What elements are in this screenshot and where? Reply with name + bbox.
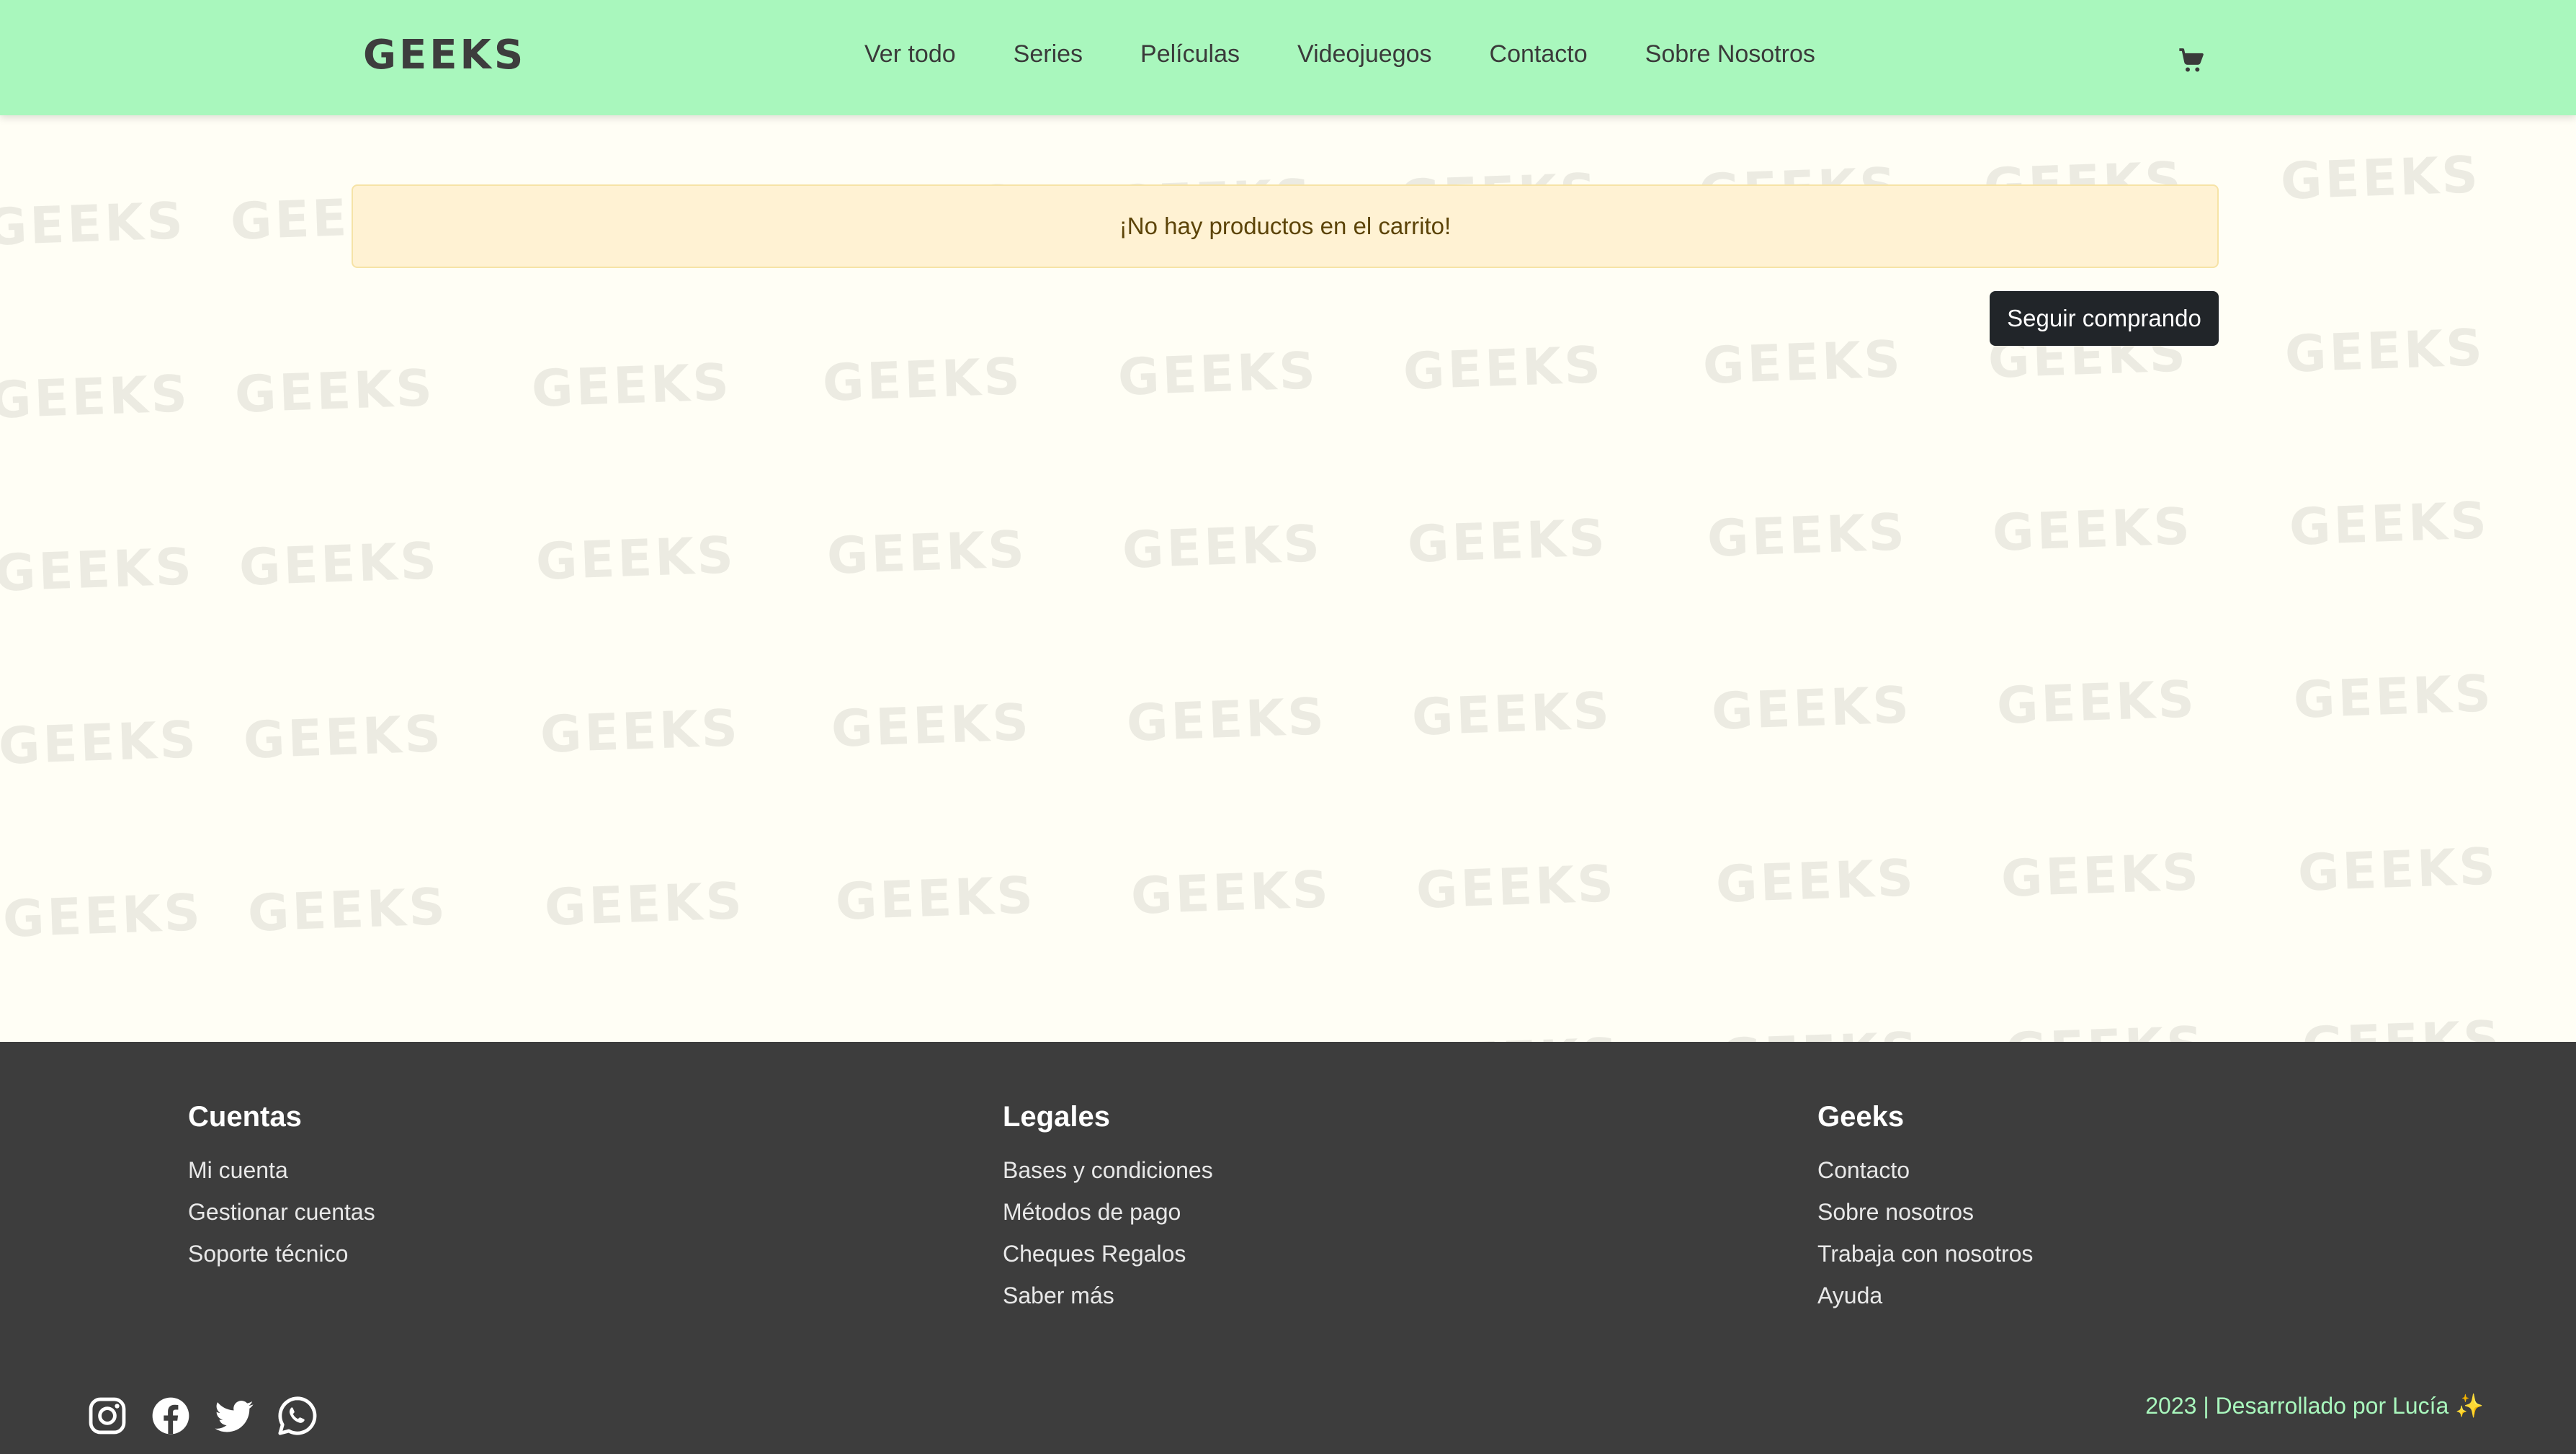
footer-link[interactable]: Cheques Regalos <box>1003 1233 1213 1275</box>
watermark-logo: GEEKS <box>233 358 437 424</box>
nav-item-peliculas[interactable]: Películas <box>1140 40 1240 68</box>
nav-item-series[interactable]: Series <box>1014 40 1083 68</box>
watermark-logo: GEEKS <box>1719 1021 1921 1042</box>
facebook-icon[interactable] <box>150 1395 192 1437</box>
watermark-logo: GEEKS <box>1135 1032 1336 1042</box>
footer-column-title: Legales <box>1003 1101 1110 1133</box>
watermark-logo: GEEKS <box>1714 848 1918 914</box>
empty-cart-alert: ¡No hay productos en el carrito! <box>352 184 2219 268</box>
watermark-logo: GEEKS <box>2005 1015 2206 1042</box>
nav-item-sobre-nosotros[interactable]: Sobre Nosotros <box>1645 40 1815 68</box>
whatsapp-icon[interactable] <box>277 1395 318 1437</box>
footer-column-title: Geeks <box>1817 1101 1905 1133</box>
footer-link[interactable]: Mi cuenta <box>188 1149 375 1191</box>
watermark-logo: GEEKS <box>1 883 205 949</box>
watermark-logo: GEEKS <box>530 352 733 419</box>
social-links <box>86 1395 318 1437</box>
watermark-logo: GEEKS <box>1415 854 1618 920</box>
watermark-logo: GEEKS <box>826 519 1029 586</box>
watermark-logo: GEEKS <box>246 877 450 943</box>
watermark-logo: GEEKS <box>543 871 746 937</box>
nav-item-contacto[interactable]: Contacto <box>1490 40 1588 68</box>
watermark-logo: GEEKS <box>1410 681 1614 747</box>
footer-link[interactable]: Sobre nosotros <box>1817 1191 2033 1233</box>
footer-link[interactable]: Saber más <box>1003 1275 1213 1316</box>
watermark-logo: GEEKS <box>1991 496 2194 563</box>
watermark-logo: GEEKS <box>1995 669 2199 736</box>
watermark-logo: GEEKS <box>0 191 187 257</box>
footer-link[interactable]: Gestionar cuentas <box>188 1191 375 1233</box>
cart-page: GEEKS GEEKS GEEKS GEEKS GEEKS GEEKS GEEKS GEEKS… <box>0 115 2576 1042</box>
footer-link[interactable]: Métodos de pago <box>1003 1191 1213 1233</box>
footer-link[interactable]: Contacto <box>1817 1149 2033 1191</box>
watermark-logo: GEEKS <box>1402 335 1605 401</box>
instagram-icon[interactable] <box>86 1395 128 1437</box>
footer-link[interactable]: Trabaja con nosotros <box>1817 1233 2033 1275</box>
watermark-logo: GEEKS <box>2288 491 2491 557</box>
main-nav: Ver todo Series Películas Videojuegos Co… <box>864 40 1815 68</box>
watermark-logo: GEEKS <box>1130 860 1333 926</box>
twitter-icon[interactable] <box>213 1395 255 1437</box>
nav-item-videojuegos[interactable]: Videojuegos <box>1297 40 1432 68</box>
footer-column-legales: Legales Bases y condiciones Métodos de p… <box>1003 1101 1213 1316</box>
watermark-logo: GEEKS <box>238 531 441 597</box>
site-header: GEEKS Ver todo Series Películas Videojue… <box>0 0 2576 115</box>
footer-column-cuentas: Cuentas Mi cuenta Gestionar cuentas Sopo… <box>188 1101 375 1275</box>
watermark-logo: GEEKS <box>1420 1027 1622 1042</box>
shopping-cart-icon[interactable] <box>2177 46 2206 75</box>
watermark-logo: GEEKS <box>0 710 200 776</box>
watermark-logo: GEEKS <box>2000 842 2203 909</box>
site-footer: Cuentas Mi cuenta Gestionar cuentas Sopo… <box>0 1042 2576 1454</box>
footer-link[interactable]: Soporte técnico <box>188 1233 375 1275</box>
continue-shopping-button[interactable]: Seguir comprando <box>1990 291 2219 346</box>
watermark-logo: GEEKS <box>1406 508 1609 574</box>
watermark-logo: GEEKS <box>821 347 1024 413</box>
watermark-logo: GEEKS <box>1125 687 1328 753</box>
footer-link[interactable]: Bases y condiciones <box>1003 1149 1213 1191</box>
watermark-logo: GEEKS <box>1701 329 1905 396</box>
watermark-logo: GEEKS <box>0 537 196 603</box>
watermark-logo: GEEKS <box>834 865 1037 932</box>
footer-column-title: Cuentas <box>188 1101 302 1133</box>
watermark-logo: GEEKS <box>1121 514 1324 580</box>
nav-item-ver-todo[interactable]: Ver todo <box>864 40 956 68</box>
brand-logo[interactable]: GEEKS <box>363 32 526 79</box>
watermark-logo: GEEKS <box>539 698 742 764</box>
footer-link[interactable]: Ayuda <box>1817 1275 2033 1316</box>
watermark-logo: GEEKS <box>0 364 192 430</box>
watermark-logo: GEEKS <box>535 525 738 592</box>
watermark-logo: GEEKS <box>2284 318 2487 384</box>
watermark-logo: GEEKS <box>1117 341 1320 407</box>
watermark-logo: GEEKS <box>242 704 445 770</box>
watermark-logo: GEEKS <box>1710 675 1913 741</box>
watermark-logo: GEEKS <box>830 692 1033 759</box>
footer-column-geeks: Geeks Contacto Sobre nosotros Trabaja co… <box>1817 1101 2033 1316</box>
watermark-logo: GEEKS <box>1706 502 1909 568</box>
footer-credits: 2023 | Desarrollado por Lucía ✨ <box>2145 1393 2484 1419</box>
watermark-logo: GEEKS <box>2292 664 2495 730</box>
watermark-logo: GEEKS <box>2302 1009 2503 1042</box>
watermark-logo: GEEKS <box>2297 837 2500 903</box>
watermark-logo: GEEKS <box>2279 145 2482 211</box>
